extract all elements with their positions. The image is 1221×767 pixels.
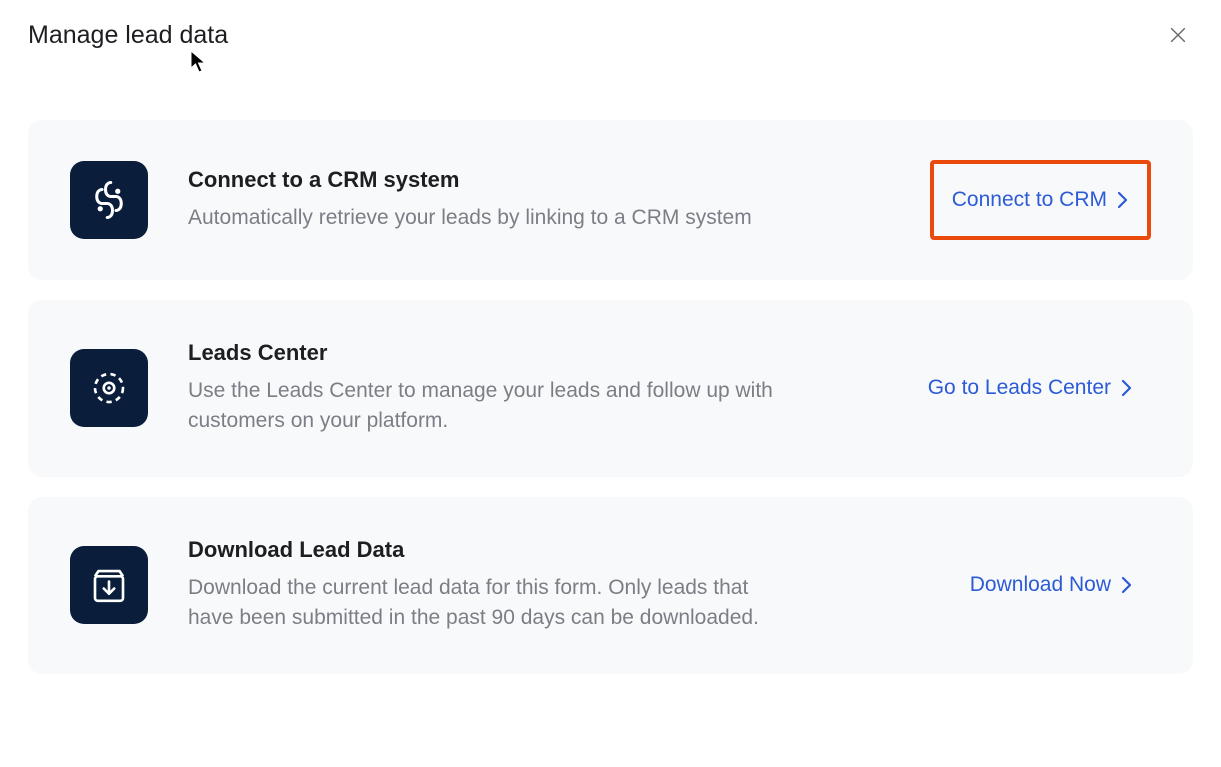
- card-title: Download Lead Data: [188, 537, 798, 563]
- crm-icon-box: [70, 161, 148, 239]
- download-box-icon: [88, 564, 130, 606]
- card-download-lead-data: Download Lead Data Download the current …: [28, 497, 1193, 674]
- chevron-right-icon: [1121, 379, 1133, 397]
- card-title: Connect to a CRM system: [188, 167, 798, 193]
- leads-center-icon-box: [70, 349, 148, 427]
- dialog-header: Manage lead data: [28, 20, 1193, 50]
- cards-container: Connect to a CRM system Automatically re…: [28, 120, 1193, 674]
- card-description: Download the current lead data for this …: [188, 573, 798, 634]
- close-icon: [1167, 24, 1189, 46]
- action-label: Download Now: [970, 573, 1111, 597]
- download-now-link[interactable]: Download Now: [952, 549, 1151, 621]
- card-text: Download Lead Data Download the current …: [188, 537, 798, 634]
- action-label: Connect to CRM: [952, 188, 1107, 212]
- card-text: Connect to a CRM system Automatically re…: [188, 167, 798, 233]
- card-description: Automatically retrieve your leads by lin…: [188, 203, 798, 233]
- cursor-icon: [190, 50, 208, 74]
- close-button[interactable]: [1163, 20, 1193, 50]
- leads-center-icon: [88, 367, 130, 409]
- page-title: Manage lead data: [28, 21, 228, 50]
- chevron-right-icon: [1117, 191, 1129, 209]
- download-icon-box: [70, 546, 148, 624]
- card-leads-center: Leads Center Use the Leads Center to man…: [28, 300, 1193, 477]
- connection-icon: [88, 179, 130, 221]
- card-title: Leads Center: [188, 340, 798, 366]
- card-description: Use the Leads Center to manage your lead…: [188, 376, 798, 437]
- card-connect-crm: Connect to a CRM system Automatically re…: [28, 120, 1193, 280]
- connect-to-crm-link[interactable]: Connect to CRM: [930, 160, 1151, 240]
- chevron-right-icon: [1121, 576, 1133, 594]
- action-label: Go to Leads Center: [928, 376, 1111, 400]
- card-text: Leads Center Use the Leads Center to man…: [188, 340, 798, 437]
- go-to-leads-center-link[interactable]: Go to Leads Center: [910, 352, 1151, 424]
